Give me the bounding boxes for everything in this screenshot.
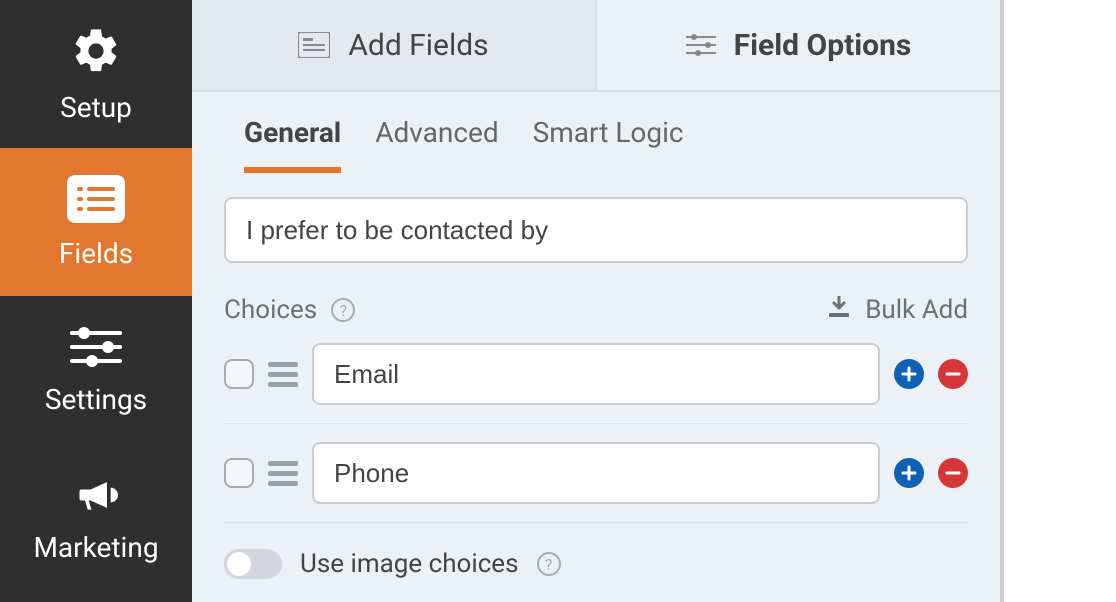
subtab-smart-logic[interactable]: Smart Logic <box>533 116 684 173</box>
sidebar-item-fields[interactable]: Fields <box>0 148 192 296</box>
choice-value-input[interactable] <box>312 343 880 405</box>
sidebar-item-marketing[interactable]: Marketing <box>0 444 192 592</box>
sliders-icon <box>70 325 122 369</box>
choice-default-checkbox[interactable] <box>224 359 254 389</box>
add-choice-button[interactable] <box>894 359 924 389</box>
sidebar: Setup Fields Settings Marketing <box>0 0 192 602</box>
use-image-choices-label: Use image choices <box>300 549 519 579</box>
list-icon <box>67 175 125 223</box>
sidebar-item-label: Marketing <box>33 531 158 564</box>
add-fields-icon <box>298 32 330 58</box>
choice-row <box>224 424 968 523</box>
field-options-panel: Add Fields Field Options General Advance… <box>192 0 1004 602</box>
choice-value-input[interactable] <box>312 442 880 504</box>
remove-choice-button[interactable] <box>938 458 968 488</box>
gear-icon <box>70 25 122 77</box>
sidebar-item-setup[interactable]: Setup <box>0 0 192 148</box>
help-icon[interactable]: ? <box>537 552 561 576</box>
add-choice-button[interactable] <box>894 458 924 488</box>
tab-field-options[interactable]: Field Options <box>597 0 1000 90</box>
top-tabs: Add Fields Field Options <box>192 0 1000 92</box>
use-image-choices-toggle[interactable] <box>224 549 282 579</box>
tab-label: Add Fields <box>348 28 488 63</box>
drag-handle-icon[interactable] <box>268 461 298 486</box>
preview-area <box>1004 0 1116 602</box>
sliders-icon <box>686 33 716 57</box>
sidebar-item-label: Setup <box>60 91 132 124</box>
bulk-add-link[interactable]: Bulk Add <box>865 295 968 325</box>
sub-tabs: General Advanced Smart Logic <box>192 92 1000 173</box>
subtab-general[interactable]: General <box>244 116 341 173</box>
choices-label: Choices <box>224 295 317 325</box>
sidebar-item-settings[interactable]: Settings <box>0 296 192 444</box>
choice-default-checkbox[interactable] <box>224 458 254 488</box>
general-tab-content: Choices ? Bulk Add <box>192 173 1000 579</box>
tab-label: Field Options <box>734 28 912 63</box>
field-label-input[interactable] <box>224 197 968 263</box>
choice-row <box>224 325 968 424</box>
download-icon <box>827 295 851 325</box>
tab-add-fields[interactable]: Add Fields <box>192 0 597 90</box>
drag-handle-icon[interactable] <box>268 362 298 387</box>
sidebar-item-label: Settings <box>45 383 147 416</box>
subtab-advanced[interactable]: Advanced <box>375 116 498 173</box>
sidebar-item-label: Fields <box>59 237 133 270</box>
megaphone-icon <box>70 473 122 517</box>
use-image-choices-row: Use image choices ? <box>224 549 968 579</box>
remove-choice-button[interactable] <box>938 359 968 389</box>
help-icon[interactable]: ? <box>331 298 355 322</box>
choices-header: Choices ? Bulk Add <box>224 295 968 325</box>
